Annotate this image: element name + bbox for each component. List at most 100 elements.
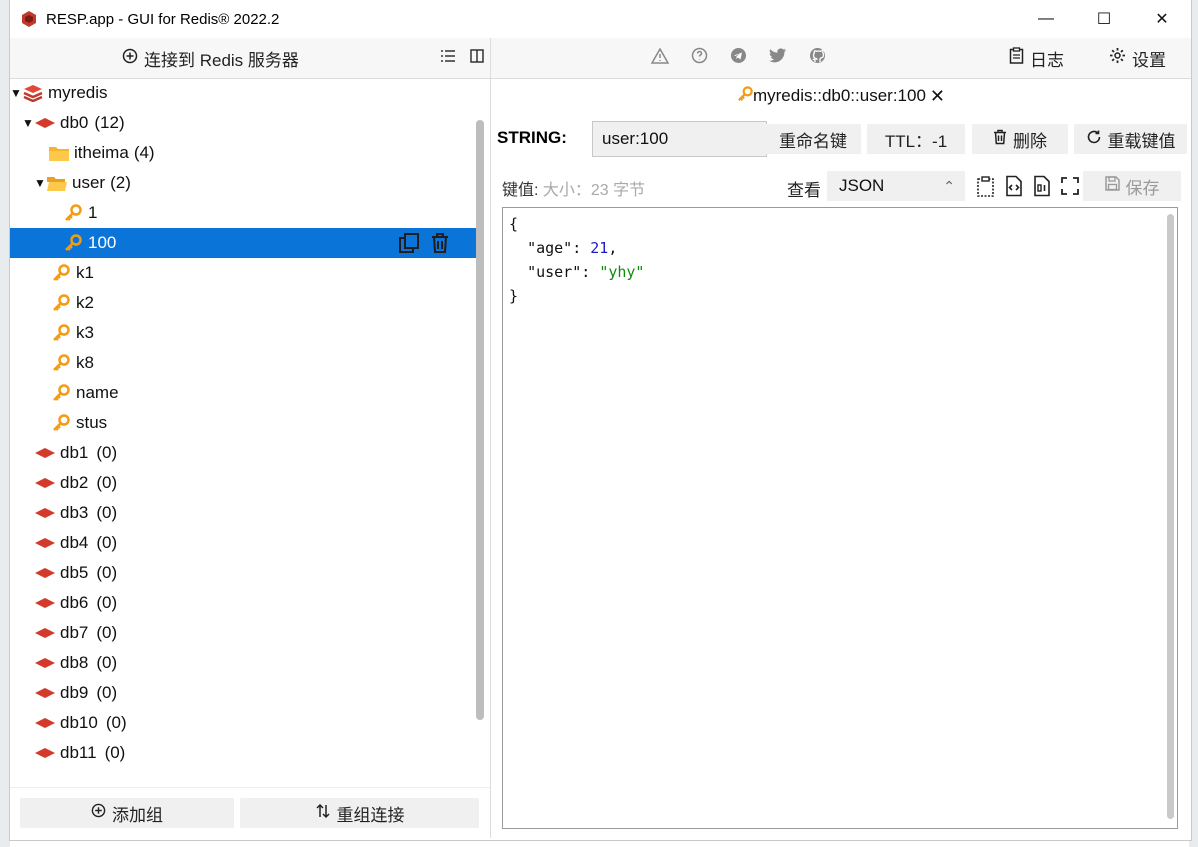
db-count: (0) (96, 443, 118, 462)
key-icon (50, 353, 72, 373)
tree-key-stus[interactable]: stus (10, 408, 480, 438)
key-label: k3 (76, 323, 94, 342)
folder-label: user (72, 173, 106, 192)
key-label: k2 (76, 293, 94, 312)
delete-key-icon[interactable] (430, 232, 450, 259)
copy-value-icon[interactable] (975, 175, 997, 202)
key-icon (62, 233, 84, 253)
tree-db11[interactable]: db11 (0) (10, 738, 480, 768)
db-label: db6 (60, 593, 89, 612)
fullscreen-icon[interactable] (1059, 175, 1081, 202)
db-label: db2 (60, 473, 89, 492)
connections-panel: 连接到 Redis 服务器 ▼ myredis ▼ db0 (12) ithei… (10, 38, 491, 838)
window-title: RESP.app - GUI for Redis® 2022.2 (46, 10, 280, 28)
minimize-button[interactable]: — (1017, 0, 1075, 38)
db-count: (0) (96, 503, 118, 522)
value-size: 大小：23 字节 (542, 182, 646, 199)
copy-key-icon[interactable] (398, 232, 420, 259)
key-icon (50, 293, 72, 313)
tree-db5[interactable]: db5 (0) (10, 558, 480, 588)
expand-triangle-icon[interactable]: ▼ (10, 86, 22, 100)
tree-key-k2[interactable]: k2 (10, 288, 480, 318)
key-icon (50, 263, 72, 283)
db-label: db11 (60, 743, 97, 762)
tree-db0[interactable]: ▼ db0 (12) (10, 108, 480, 138)
regroup-connections-button[interactable]: 重组连接 (240, 798, 479, 828)
delete-label: 删除 (1013, 131, 1047, 151)
db-count: (0) (96, 563, 118, 582)
telegram-icon[interactable] (730, 47, 747, 69)
settings-label: 设置 (1132, 50, 1166, 70)
split-panel-icon[interactable] (470, 48, 484, 68)
key-label: k1 (76, 263, 94, 282)
regroup-label: 重组连接 (336, 805, 405, 825)
tree-folder-user[interactable]: ▼ user (2) (10, 168, 480, 198)
updown-chevron-icon: ⌃ (943, 178, 955, 194)
key-label: name (76, 383, 119, 402)
reload-value-button[interactable]: 重载键值 (1074, 124, 1187, 154)
redis-server-icon (22, 83, 44, 103)
db-count: (0) (96, 683, 118, 702)
tree-db1[interactable]: db1 (0) (10, 438, 480, 468)
tree-db4[interactable]: db4 (0) (10, 528, 480, 558)
tree-scrollbar[interactable] (476, 120, 484, 720)
tree-server-myredis[interactable]: ▼ myredis (10, 78, 480, 108)
tree-db8[interactable]: db8 (0) (10, 648, 480, 678)
help-icon[interactable] (691, 47, 708, 69)
tree-db10[interactable]: db10 (0) (10, 708, 480, 738)
code-file-icon[interactable] (1003, 175, 1025, 202)
tab-key-user-100[interactable]: myredis::db0::user:100 ✕ (491, 78, 1191, 114)
connect-server-button[interactable]: 连接到 Redis 服务器 (122, 38, 299, 78)
close-window-button[interactable]: ✕ (1133, 0, 1191, 38)
github-icon[interactable] (809, 47, 826, 69)
value-editor[interactable]: { "age": 21, "user": "yhy" } (502, 207, 1178, 829)
db-label: db9 (60, 683, 89, 702)
tree-db7[interactable]: db7 (0) (10, 618, 480, 648)
close-tab-icon[interactable]: ✕ (930, 86, 945, 107)
maximize-button[interactable]: ☐ (1075, 0, 1133, 38)
tree-key-name[interactable]: name (10, 378, 480, 408)
list-view-icon[interactable] (440, 49, 456, 68)
db-label: db5 (60, 563, 89, 582)
binary-file-icon[interactable] (1031, 175, 1053, 202)
ttl-button[interactable]: TTL：-1 (867, 124, 965, 154)
folder-icon (48, 143, 70, 163)
trash-icon (993, 129, 1007, 150)
database-icon (34, 113, 56, 133)
expand-triangle-icon[interactable]: ▼ (22, 116, 34, 130)
log-button[interactable]: 日志 (1009, 38, 1064, 78)
add-group-label: 添加组 (112, 805, 163, 825)
tree-db2[interactable]: db2 (0) (10, 468, 480, 498)
tab-label: myredis::db0::user:100 (752, 86, 926, 105)
tree-key-k8[interactable]: k8 (10, 348, 480, 378)
delete-key-button[interactable]: 删除 (972, 124, 1068, 154)
settings-button[interactable]: 设置 (1109, 38, 1166, 78)
json-string-value: "yhy" (599, 263, 645, 281)
connect-server-label: 连接到 Redis 服务器 (144, 50, 299, 70)
twitter-icon[interactable] (769, 48, 787, 68)
warning-icon[interactable] (650, 46, 670, 69)
sort-arrows-icon (315, 803, 331, 824)
tree-db6[interactable]: db6 (0) (10, 588, 480, 618)
tree-db3[interactable]: db3 (0) (10, 498, 480, 528)
key-name-field[interactable]: user:100 (592, 121, 767, 157)
view-mode-select[interactable]: JSON ⌃ (827, 171, 965, 201)
folder-count: (2) (110, 173, 131, 192)
db-count: (0) (104, 743, 126, 762)
database-icon (34, 743, 56, 763)
add-group-button[interactable]: 添加组 (20, 798, 234, 828)
database-icon (34, 593, 56, 613)
tree-key-1[interactable]: 1 (10, 198, 480, 228)
tree-key-k3[interactable]: k3 (10, 318, 480, 348)
key-icon (737, 85, 753, 107)
tree-key-100-selected[interactable]: 100 (10, 228, 480, 258)
tree-db9[interactable]: db9 (0) (10, 678, 480, 708)
tree-key-k1[interactable]: k1 (10, 258, 480, 288)
editor-scrollbar[interactable] (1167, 214, 1174, 819)
title-bar: RESP.app - GUI for Redis® 2022.2 — ☐ ✕ (10, 0, 1191, 38)
save-button[interactable]: 保存 (1083, 171, 1181, 201)
connections-footer: 添加组 重组连接 (10, 787, 490, 838)
expand-triangle-icon[interactable]: ▼ (34, 176, 46, 190)
rename-key-button[interactable]: 重命名键 (765, 124, 861, 154)
tree-folder-itheima[interactable]: itheima (4) (10, 138, 480, 168)
